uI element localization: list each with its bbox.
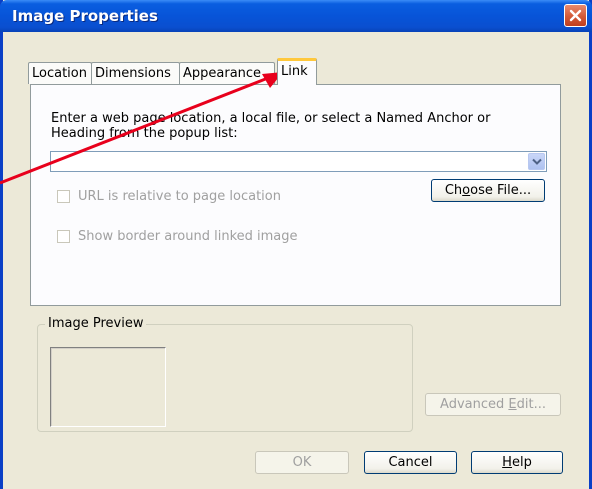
choose-file-mnemonic: o <box>462 183 471 198</box>
choose-file-text-rest: ose File... <box>470 183 532 198</box>
tab-appearance[interactable]: Appearance <box>179 62 275 84</box>
advanced-edit-mnemonic: E <box>508 397 517 412</box>
help-mnemonic: H <box>502 455 512 470</box>
show-border-checkbox[interactable] <box>57 230 70 243</box>
url-relative-checkbox[interactable] <box>57 190 70 203</box>
choose-file-text: Ch <box>444 183 463 198</box>
tab-dimensions[interactable]: Dimensions <box>91 62 180 84</box>
link-tab-panel: Enter a web page location, a local file,… <box>30 84 561 306</box>
link-url-combobox[interactable] <box>50 151 547 172</box>
ok-button[interactable]: OK <box>255 451 349 474</box>
url-dropdown-button[interactable] <box>528 153 545 170</box>
help-button[interactable]: Help <box>471 451 563 474</box>
cancel-button[interactable]: Cancel <box>364 451 457 474</box>
help-text: elp <box>511 455 532 470</box>
instruction-line-1: Enter a web page location, a local file,… <box>51 111 491 126</box>
chevron-down-icon <box>532 158 542 165</box>
tab-location[interactable]: Location <box>28 62 92 84</box>
image-preview-group: Image Preview <box>37 316 413 432</box>
advanced-edit-button[interactable]: Advanced Edit... <box>425 393 561 416</box>
close-icon <box>569 9 582 22</box>
image-preview-title: Image Preview <box>45 316 147 331</box>
url-relative-label: URL is relative to page location <box>78 189 281 204</box>
instruction-line-2: Heading from the popup list: <box>51 126 238 141</box>
choose-file-button[interactable]: Choose File... <box>431 179 545 202</box>
close-button[interactable] <box>564 4 587 27</box>
url-relative-option: URL is relative to page location <box>57 189 281 204</box>
tab-link[interactable]: Link <box>277 58 317 85</box>
link-instruction: Enter a web page location, a local file,… <box>51 111 531 141</box>
show-border-option: Show border around linked image <box>57 229 298 244</box>
show-border-label: Show border around linked image <box>78 229 298 244</box>
advanced-edit-text-rest: dit... <box>516 397 546 412</box>
title-bar[interactable]: Image Properties <box>0 0 592 32</box>
dialog-title: Image Properties <box>12 7 158 25</box>
advanced-edit-text: Advanced <box>440 397 509 412</box>
image-preview-area <box>50 347 166 427</box>
